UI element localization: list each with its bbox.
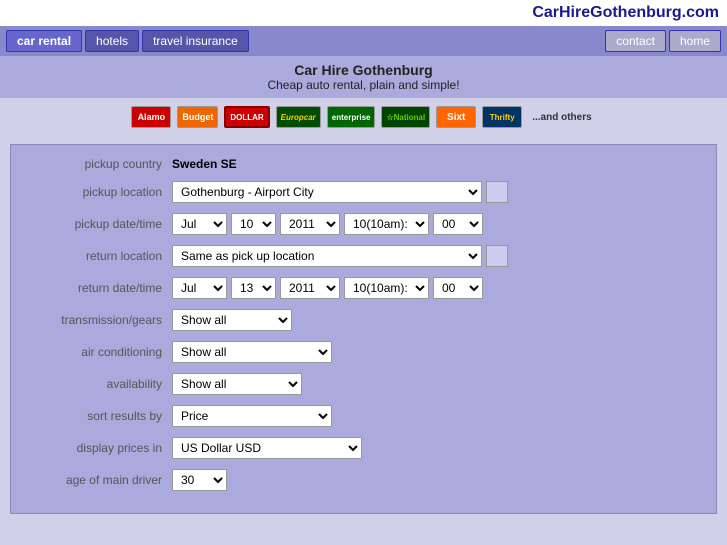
- nav-right: contact home: [605, 30, 721, 52]
- currency-select[interactable]: US Dollar USD Euro EUR British Pound GBP: [172, 437, 362, 459]
- age-label: age of main driver: [27, 473, 172, 487]
- sort-select[interactable]: Price Name Rating: [172, 405, 332, 427]
- brand-dollar[interactable]: DOLLAR: [224, 106, 269, 128]
- site-header: CarHireGothenburg.com: [0, 0, 727, 26]
- pickup-location-select[interactable]: Gothenburg - Airport City Gothenburg - C…: [172, 181, 482, 203]
- return-location-label: return location: [27, 249, 172, 263]
- return-datetime-label: return date/time: [27, 281, 172, 295]
- nav-tab-car-rental[interactable]: car rental: [6, 30, 82, 52]
- pickup-country-control: Sweden SE: [172, 157, 700, 171]
- brand-alamo[interactable]: Alamo: [131, 106, 171, 128]
- pickup-location-control: Gothenburg - Airport City Gothenburg - C…: [172, 181, 700, 203]
- brand-enterprise[interactable]: enterprise: [327, 106, 376, 128]
- nav-tab-contact[interactable]: contact: [605, 30, 666, 52]
- age-row: age of main driver 2122232425 2627282930…: [27, 469, 700, 491]
- return-location-info-button[interactable]: [486, 245, 508, 267]
- pickup-datetime-row: pickup date/time JanFebMarApr MayJunJulA…: [27, 213, 700, 235]
- pickup-hour-select[interactable]: 10(10am):: [344, 213, 429, 235]
- currency-control: US Dollar USD Euro EUR British Pound GBP: [172, 437, 700, 459]
- age-select[interactable]: 2122232425 2627282930 3132333435: [172, 469, 227, 491]
- availability-label: availability: [27, 377, 172, 391]
- brand-budget[interactable]: Budget: [177, 106, 218, 128]
- pickup-country-row: pickup country Sweden SE: [27, 157, 700, 171]
- sort-label: sort results by: [27, 409, 172, 423]
- availability-select[interactable]: Show all Available only: [172, 373, 302, 395]
- ac-control: Show all With AC Without AC: [172, 341, 700, 363]
- form-panel: pickup country Sweden SE pickup location…: [10, 144, 717, 514]
- availability-control: Show all Available only: [172, 373, 700, 395]
- pickup-min-select[interactable]: 00153045: [433, 213, 483, 235]
- return-location-control: Same as pick up location Gothenburg - Ai…: [172, 245, 700, 267]
- pickup-year-select[interactable]: 20112012: [280, 213, 340, 235]
- return-location-row: return location Same as pick up location…: [27, 245, 700, 267]
- return-month-select[interactable]: JanFebMarApr MayJunJulAug SepOctNovDec: [172, 277, 227, 299]
- return-min-select[interactable]: 00153045: [433, 277, 483, 299]
- pickup-location-info-button[interactable]: [486, 181, 508, 203]
- nav-bar: car rental hotels travel insurance conta…: [0, 26, 727, 56]
- return-hour-select[interactable]: 10(10am):: [344, 277, 429, 299]
- age-control: 2122232425 2627282930 3132333435: [172, 469, 700, 491]
- pickup-location-row: pickup location Gothenburg - Airport Cit…: [27, 181, 700, 203]
- sort-control: Price Name Rating: [172, 405, 700, 427]
- brand-national[interactable]: ☆National: [381, 106, 430, 128]
- pickup-datetime-control: JanFebMarApr MayJunJulAug SepOctNovDec 1…: [172, 213, 700, 235]
- brand-europcar[interactable]: Europcar: [276, 106, 321, 128]
- pickup-country-label: pickup country: [27, 157, 172, 171]
- currency-row: display prices in US Dollar USD Euro EUR…: [27, 437, 700, 459]
- page-title: Car Hire Gothenburg: [6, 62, 721, 78]
- page-title-bar: Car Hire Gothenburg Cheap auto rental, p…: [0, 56, 727, 98]
- return-day-select[interactable]: 12345 678910 1112131415: [231, 277, 276, 299]
- pickup-month-select[interactable]: JanFebMarApr MayJunJulAug SepOctNovDec: [172, 213, 227, 235]
- nav-tab-travel-insurance[interactable]: travel insurance: [142, 30, 249, 52]
- ac-select[interactable]: Show all With AC Without AC: [172, 341, 332, 363]
- currency-label: display prices in: [27, 441, 172, 455]
- transmission-label: transmission/gears: [27, 313, 172, 327]
- brands-bar: Alamo Budget DOLLAR Europcar enterprise …: [0, 98, 727, 136]
- transmission-control: Show all Automatic Manual: [172, 309, 700, 331]
- availability-row: availability Show all Available only: [27, 373, 700, 395]
- pickup-location-label: pickup location: [27, 185, 172, 199]
- return-location-select[interactable]: Same as pick up location Gothenburg - Ai…: [172, 245, 482, 267]
- brand-others: ...and others: [528, 106, 595, 128]
- return-datetime-row: return date/time JanFebMarApr MayJunJulA…: [27, 277, 700, 299]
- brand-thrifty[interactable]: Thrifty: [482, 106, 522, 128]
- transmission-select[interactable]: Show all Automatic Manual: [172, 309, 292, 331]
- sort-row: sort results by Price Name Rating: [27, 405, 700, 427]
- brand-sixt[interactable]: Sixt: [436, 106, 476, 128]
- nav-tab-home[interactable]: home: [669, 30, 721, 52]
- transmission-row: transmission/gears Show all Automatic Ma…: [27, 309, 700, 331]
- ac-row: air conditioning Show all With AC Withou…: [27, 341, 700, 363]
- return-datetime-control: JanFebMarApr MayJunJulAug SepOctNovDec 1…: [172, 277, 700, 299]
- pickup-day-select[interactable]: 12345 678910 1112131415: [231, 213, 276, 235]
- site-name: CarHireGothenburg.com: [532, 4, 719, 21]
- pickup-country-value: Sweden SE: [172, 157, 237, 171]
- ac-label: air conditioning: [27, 345, 172, 359]
- page-subtitle: Cheap auto rental, plain and simple!: [6, 78, 721, 92]
- nav-tab-hotels[interactable]: hotels: [85, 30, 139, 52]
- nav-left: car rental hotels travel insurance: [6, 30, 602, 52]
- return-year-select[interactable]: 20112012: [280, 277, 340, 299]
- pickup-datetime-label: pickup date/time: [27, 217, 172, 231]
